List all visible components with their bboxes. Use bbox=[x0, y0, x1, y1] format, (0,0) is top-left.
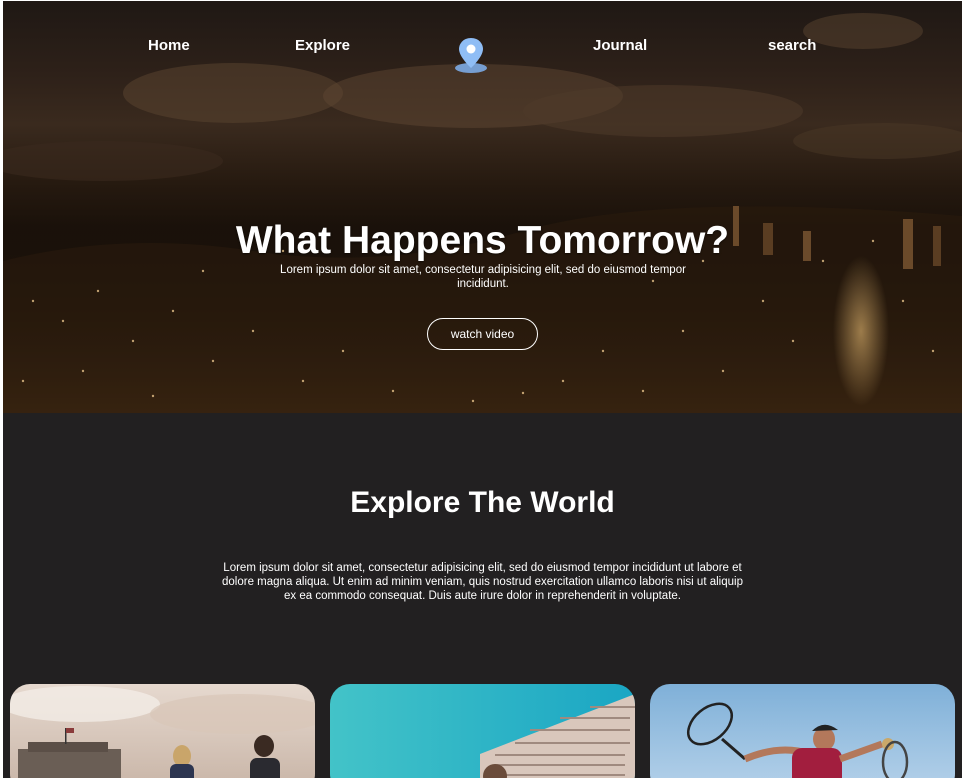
card-image-building bbox=[330, 684, 635, 778]
nav-search-link[interactable]: search bbox=[768, 37, 816, 54]
explore-text: Lorem ipsum dolor sit amet, consectetur … bbox=[222, 562, 743, 602]
explore-card-3[interactable] bbox=[650, 684, 955, 778]
hero-section: Home Explore Journal search What Happens… bbox=[3, 1, 962, 413]
card-image-runners bbox=[10, 684, 315, 778]
explore-card-1[interactable] bbox=[10, 684, 315, 778]
main-nav: Home Explore Journal search bbox=[3, 1, 962, 81]
explore-card-2[interactable] bbox=[330, 684, 635, 778]
explore-title: Explore The World bbox=[350, 486, 615, 519]
map-pin-icon[interactable] bbox=[453, 35, 489, 75]
watch-video-button[interactable]: watch video bbox=[427, 318, 538, 350]
nav-journal-link[interactable]: Journal bbox=[593, 37, 647, 54]
nav-home-link[interactable]: Home bbox=[148, 37, 190, 54]
hero-title: What Happens Tomorrow? bbox=[235, 219, 730, 262]
card-image-tennis bbox=[650, 684, 955, 778]
page: Home Explore Journal search What Happens… bbox=[3, 1, 962, 778]
hero-subtitle: Lorem ipsum dolor sit amet, consectetur … bbox=[280, 264, 686, 290]
nav-explore-link[interactable]: Explore bbox=[295, 37, 350, 54]
